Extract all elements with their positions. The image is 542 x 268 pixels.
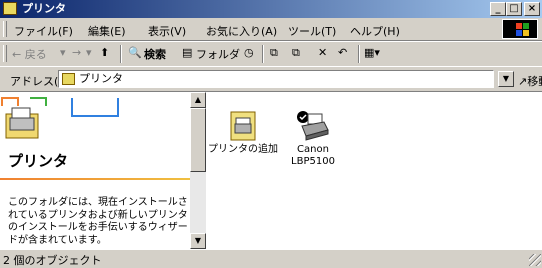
title-bar: プリンタ _ □ × — [0, 0, 542, 18]
resize-grip[interactable] — [529, 254, 541, 266]
go-arrow-icon: ↗ — [518, 75, 528, 88]
back-dropdown-icon[interactable]: ▾ — [60, 46, 66, 59]
maximize-button[interactable]: □ — [506, 2, 522, 16]
menu-edit[interactable]: 編集(E) — [88, 23, 126, 39]
windows-logo-icon — [502, 19, 538, 39]
printer-item-canon[interactable]: Canon LBP5100 — [283, 110, 343, 168]
status-bar: 2 個のオブジェクト — [0, 249, 542, 267]
forward-button[interactable]: → — [72, 46, 81, 59]
menu-file[interactable]: ファイル(F) — [14, 23, 73, 39]
menu-tools[interactable]: ツール(T) — [288, 23, 336, 39]
up-folder-button[interactable]: ⬆ — [100, 46, 109, 59]
menu-grip — [3, 21, 7, 37]
folder-content: プリンタ このフォルダには、現在インストールされているプリンタおよび新しいプリン… — [0, 91, 542, 249]
move-to-button[interactable]: ⧉ — [270, 46, 278, 60]
menu-view[interactable]: 表示(V) — [148, 23, 186, 39]
printers-folder-icon — [3, 2, 17, 15]
toolbar-separator — [358, 45, 360, 63]
add-printer-item[interactable]: プリンタの追加 — [206, 110, 280, 156]
web-view-pane: プリンタ このフォルダには、現在インストールされているプリンタおよび新しいプリン… — [0, 92, 190, 249]
menu-favorites[interactable]: お気に入り(A) — [206, 23, 277, 39]
window-title: プリンタ — [22, 2, 66, 15]
toolbar-separator — [262, 45, 264, 63]
address-value: プリンタ — [79, 72, 123, 85]
folders-icon: ▤ — [182, 46, 193, 59]
scroll-thumb[interactable] — [190, 108, 206, 172]
add-printer-icon — [230, 111, 256, 141]
go-label: 移動 — [527, 75, 542, 88]
printer-label-model: LBP5100 — [291, 156, 335, 167]
banner-graphic — [1, 97, 119, 139]
printers-folder-icon — [62, 73, 75, 85]
scroll-up-button[interactable]: ▲ — [190, 92, 206, 108]
copy-to-button[interactable]: ⧉ — [292, 46, 300, 60]
undo-button[interactable]: ↶ — [338, 46, 347, 59]
pane-title: プリンタ — [8, 152, 69, 170]
delete-button[interactable]: ✕ — [318, 46, 327, 59]
search-button[interactable]: 検索 — [144, 46, 166, 62]
back-button[interactable]: ← 戻る — [12, 46, 47, 62]
address-dropdown-button[interactable]: ▼ — [498, 71, 514, 87]
toolbar-separator — [120, 45, 122, 63]
title-underline — [0, 178, 190, 180]
go-button[interactable]: ↗移動 — [518, 73, 542, 89]
add-printer-label: プリンタの追加 — [208, 144, 278, 155]
pane-description: このフォルダには、現在インストールされているプリンタおよび新しいプリンタのインス… — [8, 197, 188, 246]
printer-icon — [297, 111, 329, 141]
history-button[interactable]: ◷ — [244, 46, 254, 59]
address-input[interactable]: プリンタ — [58, 70, 494, 88]
vertical-scrollbar[interactable]: ▲ ▼ — [190, 92, 206, 249]
address-bar: アドレス(D) プリンタ ▼ ↗移動 — [0, 66, 542, 92]
menu-help[interactable]: ヘルプ(H) — [350, 23, 400, 39]
folders-button[interactable]: フォルダ — [196, 46, 240, 62]
minimize-button[interactable]: _ — [490, 2, 506, 16]
toolbar-grip — [3, 45, 7, 62]
views-button[interactable]: ▦▾ — [364, 46, 380, 59]
menu-bar: ファイル(F) 編集(E) 表示(V) お気に入り(A) ツール(T) ヘルプ(… — [0, 18, 542, 41]
standard-toolbar: ← 戻る ▾ → ▾ ⬆ 🔍 検索 ▤ フォルダ ◷ ⧉ ⧉ ✕ ↶ ▦▾ — [0, 41, 542, 67]
forward-dropdown-icon[interactable]: ▾ — [86, 46, 92, 59]
search-icon: 🔍 — [128, 46, 142, 59]
scroll-down-button[interactable]: ▼ — [190, 233, 206, 249]
close-button[interactable]: × — [524, 2, 540, 16]
printer-label-name: Canon — [297, 144, 329, 155]
